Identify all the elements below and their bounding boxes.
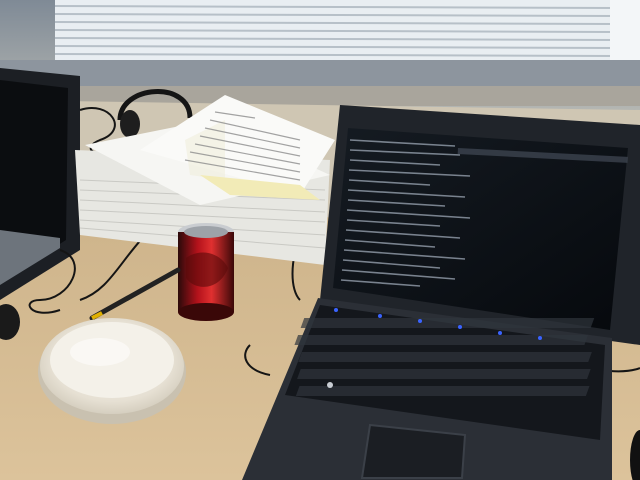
desk-photo [0, 0, 640, 480]
soda-can [178, 223, 234, 321]
photo-canvas [0, 0, 640, 480]
power-button [327, 382, 333, 388]
touchpad [360, 423, 467, 479]
window-sill [0, 60, 640, 88]
white-bowl [38, 318, 186, 424]
